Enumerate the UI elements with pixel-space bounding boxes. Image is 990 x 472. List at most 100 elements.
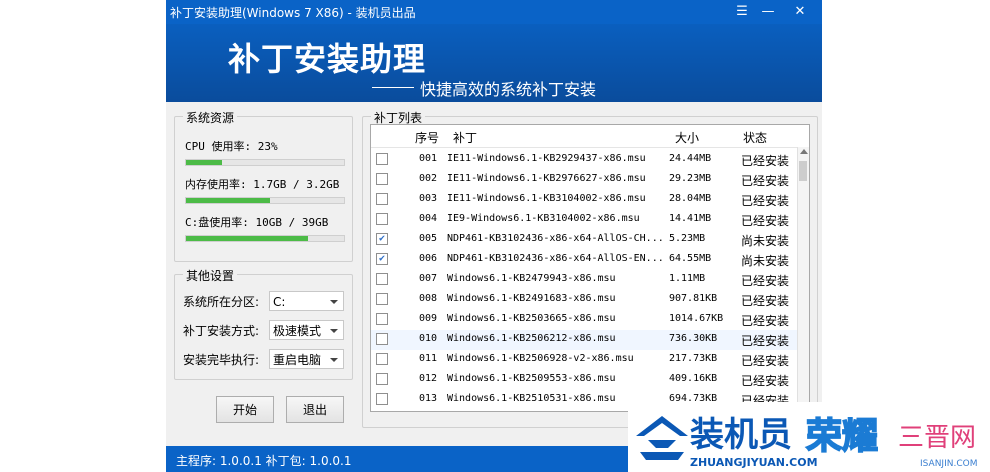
cell-seq: 008: [419, 293, 438, 304]
table-row[interactable]: 011 Windows6.1-KB2506928-v2-x86.msu 217.73…: [371, 350, 798, 370]
row-checkbox[interactable]: [376, 213, 388, 225]
row-checkbox[interactable]: [376, 333, 388, 345]
group-title: 其他设置: [183, 267, 238, 284]
cell-name: Windows6.1-KB2491683-x86.msu: [447, 293, 616, 304]
cell-seq: 007: [419, 273, 438, 284]
column-header-patch[interactable]: 补丁: [453, 129, 477, 146]
after-install-label: 安装完毕执行:: [183, 353, 260, 367]
row-checkbox[interactable]: [376, 173, 388, 185]
banner-dash: [372, 87, 414, 88]
cell-status: 已经安装: [741, 374, 790, 388]
cell-status: 已经安装: [741, 274, 790, 288]
cell-name: Windows6.1-KB2510531-x86.msu: [447, 393, 616, 404]
row-checkbox[interactable]: [376, 293, 388, 305]
cell-status: 已经安装: [741, 214, 790, 228]
column-header-status[interactable]: 状态: [743, 129, 767, 146]
cell-name: Windows6.1-KB2503665-x86.msu: [447, 313, 616, 324]
cell-name: Windows6.1-KB2509553-x86.msu: [447, 373, 616, 384]
banner-title: 补丁安装助理: [228, 40, 427, 78]
cell-seq: 005: [419, 233, 438, 244]
cell-name: NDP461-KB3102436-x86-x64-AllOS-CH...: [447, 233, 664, 244]
memory-usage-fill: [186, 198, 270, 203]
table-row[interactable]: 010 Windows6.1-KB2506212-x86.msu 736.30KB 已…: [371, 330, 798, 350]
cell-status: 已经安装: [741, 194, 790, 208]
table-row[interactable]: 002 IE11-Windows6.1-KB2976627-x86.msu 29.2…: [371, 170, 798, 190]
cell-status: 已经安装: [741, 174, 790, 188]
table-row[interactable]: 003 IE11-Windows6.1-KB3104002-x86.msu 28.0…: [371, 190, 798, 210]
table-row[interactable]: ✔ 005 NDP461-KB3102436-x86-x64-AllOS-CH...…: [371, 230, 798, 250]
row-checkbox[interactable]: ✔: [376, 253, 388, 265]
table-row[interactable]: 001 IE11-Windows6.1-KB2929437-x86.msu 24.4…: [371, 150, 798, 170]
cpu-usage-label: CPU 使用率: 23%: [185, 140, 278, 153]
cell-seq: 003: [419, 193, 438, 204]
column-header-seq[interactable]: 序号: [415, 129, 439, 146]
cell-size: 1014.67KB: [669, 313, 724, 324]
watermark-logo: 装机员 ZHUANGJIYUAN.COM 荣耀 三晋网 ISANJIN.COM: [628, 402, 990, 472]
table-row[interactable]: ✔ 006 NDP461-KB3102436-x86-x64-AllOS-EN...…: [371, 250, 798, 270]
chevron-down-icon: [330, 300, 338, 304]
minimize-icon[interactable]: —: [758, 2, 778, 22]
scroll-up-icon[interactable]: [800, 149, 808, 154]
cell-size: 217.73KB: [669, 353, 718, 364]
after-install-select[interactable]: 重启电脑: [269, 349, 344, 369]
cell-seq: 011: [419, 353, 438, 364]
close-icon[interactable]: ✕: [790, 2, 810, 22]
cell-status: 尚未安装: [741, 234, 790, 248]
row-checkbox[interactable]: [376, 373, 388, 385]
version-info: 主程序: 1.0.0.1 补丁包: 1.0.0.1: [176, 454, 352, 468]
cell-status: 已经安装: [741, 334, 790, 348]
table-row[interactable]: 009 Windows6.1-KB2503665-x86.msu 1014.67KB…: [371, 310, 798, 330]
cell-seq: 012: [419, 373, 438, 384]
after-install-value: 重启电脑: [273, 353, 322, 367]
patch-list[interactable]: 序号 补丁 大小 状态 001 IE11-Windows6.1-KB2929437…: [370, 124, 810, 412]
cell-name: Windows6.1-KB2506212-x86.msu: [447, 333, 616, 344]
cell-size: 907.81KB: [669, 293, 718, 304]
cell-name: IE11-Windows6.1-KB3104002-x86.msu: [447, 193, 646, 204]
cpu-usage-bar: [185, 159, 345, 166]
disk-usage-label: C:盘使用率: 10GB / 39GB: [185, 216, 329, 229]
cell-name: Windows6.1-KB2506928-v2-x86.msu: [447, 353, 634, 364]
patch-list-header: 序号 补丁 大小 状态: [371, 125, 798, 148]
cell-size: 24.44MB: [669, 153, 712, 164]
exit-button[interactable]: 退出: [286, 396, 344, 423]
table-row[interactable]: 007 Windows6.1-KB2479943-x86.msu 1.11MB 已经安…: [371, 270, 798, 290]
row-checkbox[interactable]: [376, 153, 388, 165]
disk-usage-bar: [185, 235, 345, 242]
cell-name: Windows6.1-KB2479943-x86.msu: [447, 273, 616, 284]
cell-status: 已经安装: [741, 354, 790, 368]
cell-seq: 004: [419, 213, 438, 224]
group-title: 系统资源: [183, 109, 238, 126]
menu-icon[interactable]: ☰: [732, 2, 752, 22]
row-checkbox[interactable]: [376, 393, 388, 405]
window-title: 补丁安装助理(Windows 7 X86) - 装机员出品: [170, 6, 416, 20]
row-checkbox[interactable]: [376, 353, 388, 365]
table-row[interactable]: 008 Windows6.1-KB2491683-x86.msu 907.81KB 已…: [371, 290, 798, 310]
cell-seq: 010: [419, 333, 438, 344]
install-mode-select[interactable]: 极速模式: [269, 320, 344, 340]
disk-usage-fill: [186, 236, 308, 241]
cell-status: 已经安装: [741, 294, 790, 308]
row-checkbox[interactable]: [376, 193, 388, 205]
cell-status: 已经安装: [741, 314, 790, 328]
watermark-brand2: 荣耀: [806, 416, 878, 457]
watermark-brand-url: ZHUANGJIYUAN.COM: [690, 456, 818, 469]
cell-size: 736.30KB: [669, 333, 718, 344]
vertical-scrollbar[interactable]: [797, 147, 809, 411]
title-bar[interactable]: 补丁安装助理(Windows 7 X86) - 装机员出品 ☰ — ✕: [166, 0, 822, 24]
partition-select[interactable]: C:: [269, 291, 344, 311]
chevron-down-icon: [330, 329, 338, 333]
row-checkbox[interactable]: [376, 313, 388, 325]
cell-size: 409.16KB: [669, 373, 718, 384]
table-row[interactable]: 012 Windows6.1-KB2509553-x86.msu 409.16KB 已…: [371, 370, 798, 390]
scrollbar-thumb[interactable]: [799, 161, 807, 181]
row-checkbox[interactable]: [376, 273, 388, 285]
start-button[interactable]: 开始: [216, 396, 274, 423]
chevron-down-icon: [330, 358, 338, 362]
watermark-brand3: 三晋网: [898, 423, 976, 453]
column-header-size[interactable]: 大小: [675, 129, 699, 146]
cell-status: 尚未安装: [741, 254, 790, 268]
table-row[interactable]: 004 IE9-Windows6.1-KB3104002-x86.msu 14.41…: [371, 210, 798, 230]
watermark-brand: 装机员: [690, 415, 792, 455]
row-checkbox[interactable]: ✔: [376, 233, 388, 245]
banner-subtitle: 快捷高效的系统补丁安装: [420, 80, 597, 99]
